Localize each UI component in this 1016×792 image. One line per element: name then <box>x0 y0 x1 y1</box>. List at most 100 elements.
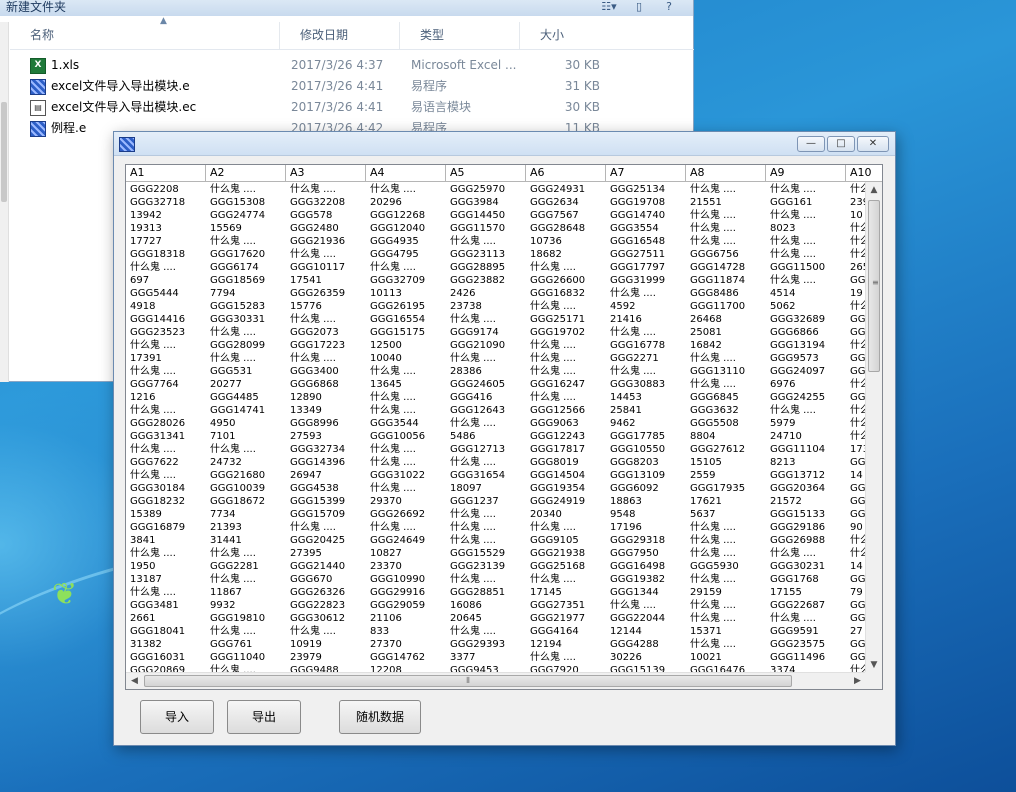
grid-cell[interactable]: 14 <box>846 469 866 482</box>
grid-cell[interactable]: 什么鬼 .... <box>686 209 766 222</box>
grid-cell[interactable]: 23738 <box>446 300 526 313</box>
grid-cell[interactable]: 什么鬼 .... <box>446 534 526 547</box>
grid-cell[interactable]: GGG28648 <box>526 222 606 235</box>
grid-cell[interactable]: 什么鬼 .... <box>526 521 606 534</box>
grid-cell[interactable]: GGG32208 <box>286 196 366 209</box>
grid-cell[interactable]: GGG670 <box>286 573 366 586</box>
maximize-button[interactable]: □ <box>827 136 855 152</box>
grid-cell[interactable]: 12500 <box>366 339 446 352</box>
grid-cell[interactable]: 30226 <box>606 651 686 664</box>
table-row[interactable]: 什么鬼 .... GGG28099 GGG17223 12500 GGG21090 什么鬼… <box>126 339 866 352</box>
grid-cell[interactable]: GG <box>846 599 866 612</box>
grid-cell[interactable]: GGG21680 <box>206 469 286 482</box>
grid-cell[interactable]: GGG14450 <box>446 209 526 222</box>
column-header-size[interactable]: 大小 <box>520 22 610 49</box>
grid-cell[interactable]: 18863 <box>606 495 686 508</box>
grid-cell[interactable]: 什么鬼 .... <box>446 625 526 638</box>
grid-cell[interactable]: GGG21440 <box>286 560 366 573</box>
grid-cell[interactable]: GGG28099 <box>206 339 286 352</box>
grid-cell[interactable]: 什么鬼 .... <box>366 183 446 196</box>
grid-cell[interactable]: 什么鬼 .... <box>126 547 206 560</box>
grid-cell[interactable]: 15569 <box>206 222 286 235</box>
grid-cell[interactable]: GG <box>846 573 866 586</box>
grid-cell[interactable]: 173 <box>846 443 866 456</box>
grid-cell[interactable]: 5979 <box>766 417 846 430</box>
grid-cell[interactable]: 什么 <box>846 430 866 443</box>
grid-cell[interactable]: 21551 <box>686 196 766 209</box>
grid-cell[interactable]: 什么鬼 .... <box>366 456 446 469</box>
grid-cell[interactable]: GGG16247 <box>526 378 606 391</box>
grid-cell[interactable]: GGG5444 <box>126 287 206 300</box>
grid-cell[interactable]: 什么鬼 .... <box>526 339 606 352</box>
grid-cell[interactable]: GGG13712 <box>766 469 846 482</box>
table-row[interactable]: 697 GGG18569 17541 GGG32709 GGG23882 GGG26600… <box>126 274 866 287</box>
grid-cell[interactable]: 27395 <box>286 547 366 560</box>
grid-cell[interactable]: GG <box>846 508 866 521</box>
table-row[interactable]: GGG2208 什么鬼 .... 什么鬼 .... 什么鬼 .... GGG25970 G… <box>126 183 866 196</box>
grid-cell[interactable]: 10021 <box>686 651 766 664</box>
grid-cell[interactable]: 什么鬼 .... <box>526 352 606 365</box>
grid-cell[interactable]: GGG27351 <box>526 599 606 612</box>
grid-cell[interactable]: 什么鬼 .... <box>366 521 446 534</box>
grid-cell[interactable]: GG <box>846 612 866 625</box>
grid-cell[interactable]: GGG8019 <box>526 456 606 469</box>
grid-cell[interactable]: GGG2281 <box>206 560 286 573</box>
grid-cell[interactable]: 什么鬼 .... <box>286 625 366 638</box>
grid-cell[interactable]: GGG10039 <box>206 482 286 495</box>
grid-cell[interactable]: 什么鬼 .... <box>686 534 766 547</box>
grid-cell[interactable]: 什么鬼 .... <box>446 508 526 521</box>
grid-cell[interactable]: GGG24255 <box>766 391 846 404</box>
grid-cell[interactable]: GG <box>846 326 866 339</box>
grid-cell[interactable]: 什么鬼 .... <box>366 365 446 378</box>
grid-cell[interactable]: GGG23575 <box>766 638 846 651</box>
grid-cell[interactable]: GGG15529 <box>446 547 526 560</box>
grid-cell[interactable]: GGG18232 <box>126 495 206 508</box>
grid-cell[interactable]: 什么 <box>846 339 866 352</box>
grid-cell[interactable]: 15389 <box>126 508 206 521</box>
grid-cell[interactable]: 什么鬼 .... <box>206 235 286 248</box>
grid-cell[interactable]: GGG12566 <box>526 404 606 417</box>
grid-cell[interactable]: GGG19810 <box>206 612 286 625</box>
grid-cell[interactable]: GGG11104 <box>766 443 846 456</box>
grid-cell[interactable]: 什么鬼 .... <box>686 612 766 625</box>
grid-cell[interactable]: 697 <box>126 274 206 287</box>
grid-cell[interactable]: GGG3481 <box>126 599 206 612</box>
table-row[interactable]: 15389 7734 GGG15709 GGG26692 什么鬼 .... 20340 95… <box>126 508 866 521</box>
grid-cell[interactable]: 什么鬼 .... <box>446 456 526 469</box>
grid-cell[interactable]: GGG26600 <box>526 274 606 287</box>
file-row[interactable]: excel文件导入导出模块.e 2017/3/26 4:41 易程序 31 KB <box>10 76 694 97</box>
column-header-type[interactable]: 类型 <box>400 22 520 49</box>
grid-cell[interactable]: 什么鬼 .... <box>766 612 846 625</box>
grid-cell[interactable]: GGG27511 <box>606 248 686 261</box>
grid-cell[interactable]: GGG4795 <box>366 248 446 261</box>
grid-cell[interactable]: 什么鬼 .... <box>686 235 766 248</box>
column-header-date[interactable]: 修改日期 <box>280 22 400 49</box>
grid-cell[interactable]: 265 <box>846 261 866 274</box>
data-grid[interactable]: A1 A2 A3 A4 A5 A6 A7 A8 A9 A10 GGG2208 什么鬼 .... 什么鬼… <box>125 164 883 690</box>
table-row[interactable]: 3841 31441 GGG20425 GGG24649 什么鬼 .... GGG9105… <box>126 534 866 547</box>
file-row[interactable]: X 1.xls 2017/3/26 4:37 Microsoft Excel ..… <box>10 55 694 76</box>
grid-cell[interactable]: 什么鬼 .... <box>126 586 206 599</box>
grid-cell[interactable]: GGG19702 <box>526 326 606 339</box>
grid-cell[interactable]: GGG13110 <box>686 365 766 378</box>
grid-cell[interactable]: GGG17817 <box>526 443 606 456</box>
table-row[interactable]: GGG14416 GGG30331 什么鬼 .... GGG16554 什么鬼 ....… <box>126 313 866 326</box>
grid-cell[interactable]: GGG6092 <box>606 482 686 495</box>
grid-cell[interactable]: 8213 <box>766 456 846 469</box>
grid-cell[interactable]: GGG10990 <box>366 573 446 586</box>
grid-cell[interactable]: 13645 <box>366 378 446 391</box>
grid-cell[interactable]: GGG31999 <box>606 274 686 287</box>
grid-cell[interactable]: 1950 <box>126 560 206 573</box>
grid-cell[interactable]: 什么鬼 .... <box>286 248 366 261</box>
grid-cell[interactable]: GGG11496 <box>766 651 846 664</box>
grid-cell[interactable]: GGG25970 <box>446 183 526 196</box>
grid-cell[interactable]: 17196 <box>606 521 686 534</box>
grid-cell[interactable]: 什么鬼 .... <box>366 443 446 456</box>
table-row[interactable]: GGG18318 GGG17620 什么鬼 .... GGG4795 GGG23113 1… <box>126 248 866 261</box>
grid-cell[interactable]: GGG26692 <box>366 508 446 521</box>
grid-cell[interactable]: 20645 <box>446 612 526 625</box>
grid-cell[interactable]: 27 <box>846 625 866 638</box>
grid-cell[interactable]: GGG24774 <box>206 209 286 222</box>
grid-cell[interactable]: GGG21938 <box>526 547 606 560</box>
grid-cell[interactable]: GGG3632 <box>686 404 766 417</box>
